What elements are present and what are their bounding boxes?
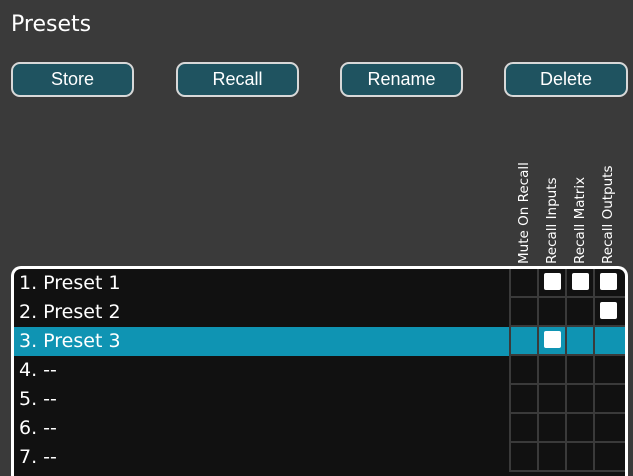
preset-label: 2. Preset 2 (19, 301, 121, 323)
delete-button[interactable]: Delete (504, 62, 628, 97)
recall-matrix-checkbox[interactable] (565, 269, 593, 298)
mute-on-recall-checkbox[interactable] (509, 269, 537, 298)
recall-matrix-checkbox[interactable] (565, 327, 593, 356)
preset-label: 5. -- (19, 388, 57, 410)
recall-inputs-checkbox[interactable] (537, 298, 565, 327)
preset-label: 6. -- (19, 417, 57, 439)
recall-outputs-checkbox[interactable] (593, 414, 625, 443)
recall-inputs-checkbox[interactable] (537, 414, 565, 443)
recall-outputs-checkbox[interactable] (593, 443, 625, 472)
column-header-label: Mute On Recall (516, 162, 532, 264)
recall-inputs-checkbox[interactable] (537, 443, 565, 472)
recall-inputs-checkbox[interactable] (537, 327, 565, 356)
column-header-recall-matrix: Recall Matrix (567, 114, 591, 264)
recall-outputs-checkbox[interactable] (593, 269, 625, 298)
mute-on-recall-checkbox[interactable] (509, 356, 537, 385)
preset-row[interactable]: 1. Preset 1 (14, 269, 625, 298)
rename-button[interactable]: Rename (340, 62, 463, 97)
preset-label: 3. Preset 3 (19, 330, 121, 352)
page-title: Presets (11, 12, 92, 37)
preset-label: 1. Preset 1 (19, 272, 121, 294)
recall-outputs-checkbox[interactable] (593, 327, 625, 356)
recall-outputs-checkbox[interactable] (593, 385, 625, 414)
recall-inputs-checkbox[interactable] (537, 269, 565, 298)
check-mark-icon (600, 302, 617, 319)
mute-on-recall-checkbox[interactable] (509, 298, 537, 327)
mute-on-recall-checkbox[interactable] (509, 327, 537, 356)
column-header-label: Recall Outputs (600, 165, 616, 265)
preset-row[interactable]: 6. -- (14, 414, 625, 443)
preset-row[interactable]: 3. Preset 3 (14, 327, 625, 356)
preset-row[interactable]: 4. -- (14, 356, 625, 385)
preset-row[interactable]: 2. Preset 2 (14, 298, 625, 327)
preset-row[interactable]: 7. -- (14, 443, 625, 472)
mute-on-recall-checkbox[interactable] (509, 443, 537, 472)
preset-row[interactable]: 5. -- (14, 385, 625, 414)
preset-label: 7. -- (19, 446, 57, 468)
recall-inputs-checkbox[interactable] (537, 385, 565, 414)
column-header-recall-outputs: Recall Outputs (595, 114, 619, 265)
preset-list[interactable]: 1. Preset 1 2. Preset 2 3. Preset 3 4. -- 5.… (11, 266, 628, 476)
check-mark-icon (572, 273, 589, 290)
recall-inputs-checkbox[interactable] (537, 356, 565, 385)
column-header-mute-on-recall: Mute On Recall (511, 114, 535, 264)
recall-matrix-checkbox[interactable] (565, 356, 593, 385)
recall-matrix-checkbox[interactable] (565, 443, 593, 472)
check-mark-icon (544, 273, 561, 290)
column-header-label: Recall Matrix (572, 176, 588, 264)
preset-label: 4. -- (19, 359, 57, 381)
column-header-label: Recall Inputs (544, 177, 560, 264)
recall-outputs-checkbox[interactable] (593, 356, 625, 385)
check-mark-icon (600, 273, 617, 290)
column-header-recall-inputs: Recall Inputs (539, 114, 563, 264)
recall-button[interactable]: Recall (176, 62, 299, 97)
mute-on-recall-checkbox[interactable] (509, 385, 537, 414)
recall-outputs-checkbox[interactable] (593, 298, 625, 327)
check-mark-icon (544, 331, 561, 348)
store-button[interactable]: Store (11, 62, 134, 97)
recall-matrix-checkbox[interactable] (565, 385, 593, 414)
mute-on-recall-checkbox[interactable] (509, 414, 537, 443)
recall-matrix-checkbox[interactable] (565, 298, 593, 327)
recall-matrix-checkbox[interactable] (565, 414, 593, 443)
